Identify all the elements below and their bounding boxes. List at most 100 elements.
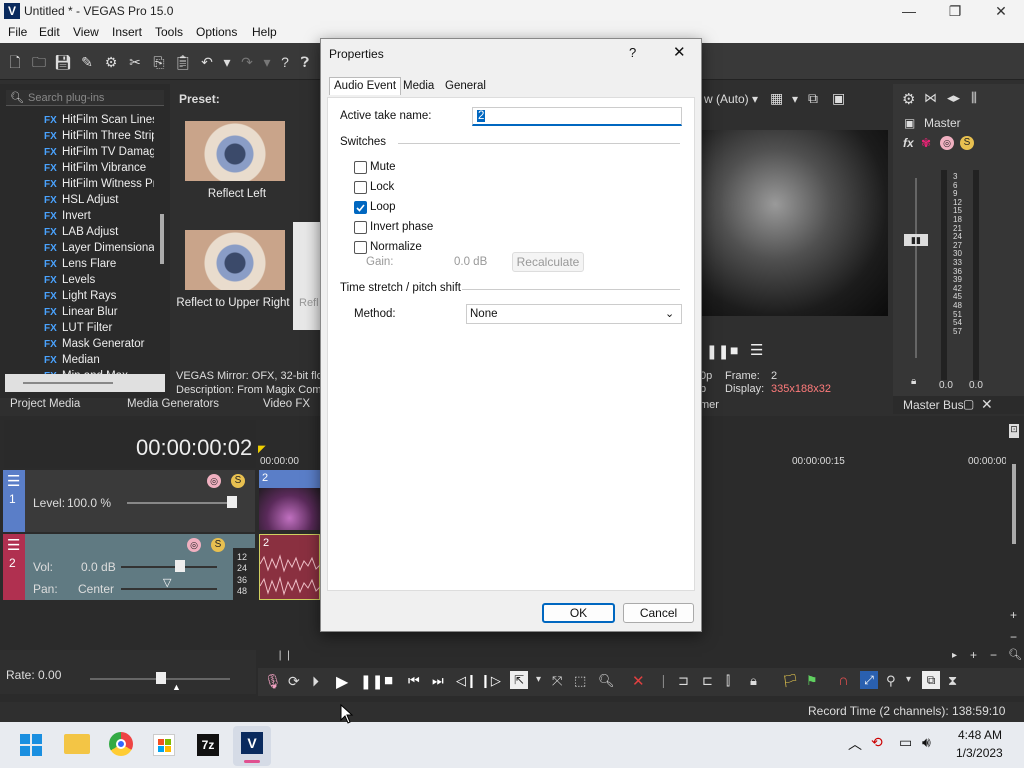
- mute-icon[interactable]: ◎: [207, 474, 221, 488]
- plugin-list-item[interactable]: FX HitFilm Three Strip: [44, 130, 154, 146]
- plugin-list-item[interactable]: FX Layer Dimensional: [44, 242, 154, 258]
- chevron-down-icon[interactable]: ▾: [906, 674, 911, 685]
- tab-media[interactable]: Media: [399, 78, 438, 96]
- zoom-tool-icon[interactable]: 🔍︎: [1008, 648, 1022, 661]
- cancel-button[interactable]: Cancel: [623, 603, 694, 623]
- zoom-out-icon[interactable]: −: [990, 648, 997, 662]
- help-button[interactable]: ?: [629, 45, 636, 60]
- video-track-header[interactable]: ☰ 1 ◎ S Level: 100.0 %: [3, 470, 255, 532]
- track-menu-icon[interactable]: ☰: [7, 472, 20, 490]
- plugin-list-item[interactable]: FX Invert: [44, 210, 154, 226]
- fx-icon[interactable]: fx: [903, 136, 914, 150]
- pause-icon[interactable]: ❚❚: [360, 673, 383, 690]
- sync-icon[interactable]: ⟲: [871, 734, 883, 751]
- zoom-out-icon[interactable]: −: [1010, 630, 1017, 644]
- insert-region-icon[interactable]: ⚑: [806, 673, 818, 689]
- menu-options[interactable]: Options: [196, 25, 237, 39]
- switch-invert-phase-checkbox[interactable]: Invert phase: [354, 220, 474, 236]
- plugin-list-item[interactable]: FX HitFilm Scan Lines: [44, 114, 154, 130]
- plugin-list-item[interactable]: FX Median: [44, 354, 154, 370]
- active-take-input[interactable]: 2: [472, 107, 682, 126]
- mixer-faders-icon[interactable]: ⫼: [971, 90, 977, 106]
- volume-slider-thumb[interactable]: [175, 560, 185, 572]
- play-from-start-icon[interactable]: ⏵︎: [312, 673, 319, 690]
- close-dialog-button[interactable]: ✕: [673, 43, 686, 61]
- pause-icon[interactable]: ❚❚: [706, 343, 729, 360]
- tab-media-generators[interactable]: Media Generators: [127, 398, 219, 414]
- help-icon[interactable]: ❓︎: [296, 53, 314, 71]
- plugin-list-item[interactable]: FX HitFilm Witness Pr: [44, 178, 154, 194]
- mixer-arrows-icon[interactable]: ⋈: [924, 90, 937, 106]
- scroll-right-icon[interactable]: ▸: [952, 650, 957, 661]
- close-icon[interactable]: ✕: [981, 396, 993, 413]
- recalculate-button[interactable]: Recalculate: [512, 252, 584, 272]
- new-file-icon[interactable]: 🗋: [6, 53, 24, 71]
- solo-icon[interactable]: S: [211, 538, 225, 552]
- insert-bus-icon[interactable]: ◂▸: [947, 90, 960, 106]
- display-icon[interactable]: ▭: [899, 734, 912, 751]
- menu-tools[interactable]: Tools: [155, 25, 183, 39]
- chevron-down-icon[interactable]: ▾: [536, 674, 541, 685]
- level-slider[interactable]: [127, 502, 237, 504]
- tab-audio-event[interactable]: Audio Event: [329, 77, 402, 95]
- plugin-list-item[interactable]: FX Levels: [44, 274, 154, 290]
- 7zip-icon[interactable]: 7z: [197, 734, 219, 756]
- save-snapshot-icon[interactable]: ▣: [832, 90, 845, 107]
- menu-edit[interactable]: Edit: [39, 25, 60, 39]
- chevron-down-icon[interactable]: ▾: [792, 92, 798, 106]
- scrollbar-thumb[interactable]: [1012, 464, 1016, 544]
- envelope-tool-icon[interactable]: ⤧: [552, 673, 562, 689]
- close-window-button[interactable]: ✕: [978, 0, 1024, 23]
- video-clip[interactable]: 2: [259, 470, 320, 530]
- restore-button[interactable]: ❐: [932, 0, 978, 23]
- copy-icon[interactable]: ⎘: [150, 53, 168, 71]
- timeline-horizontal-scrollbar[interactable]: ❘❘ ▸ + − 🔍︎: [258, 648, 1024, 666]
- grid-icon[interactable]: ▦: [770, 90, 783, 107]
- search-plugins-input[interactable]: 🔍︎ Search plug-ins: [6, 90, 164, 106]
- ok-button[interactable]: OK: [542, 603, 615, 623]
- normal-edit-tool-icon[interactable]: ⇱: [510, 671, 528, 689]
- split-icon[interactable]: ⫿: [726, 673, 730, 689]
- insert-marker-icon[interactable]: 🏳︎: [782, 673, 799, 689]
- lock-icon[interactable]: 🔒︎: [911, 376, 916, 387]
- settings-gear-icon[interactable]: ⚙: [102, 53, 120, 71]
- zoom-tool-icon[interactable]: 🔍︎: [598, 673, 615, 689]
- timeline-vertical-scrollbar[interactable]: ⊡: [1006, 424, 1022, 602]
- preset-thumb-selected[interactable]: Refl: [293, 222, 323, 330]
- chevron-down-icon[interactable]: ▾: [752, 92, 758, 106]
- plugin-list-item[interactable]: FX LAB Adjust: [44, 226, 154, 242]
- save-as-icon[interactable]: ✎: [78, 53, 96, 71]
- plugin-list-item[interactable]: FX HSL Adjust: [44, 194, 154, 210]
- pan-slider-thumb[interactable]: ▽: [163, 576, 171, 589]
- undo-icon[interactable]: ↶: [198, 53, 216, 71]
- tab-general[interactable]: General: [441, 78, 490, 96]
- start-icon[interactable]: [20, 734, 42, 756]
- preset-thumb-reflect-upper-right[interactable]: [185, 230, 285, 290]
- undo-dropdown-icon[interactable]: ▾: [218, 53, 236, 71]
- previous-frame-icon[interactable]: ◁❙: [456, 673, 477, 689]
- plugin-list-item[interactable]: FX HitFilm TV Damage: [44, 146, 154, 162]
- open-folder-icon[interactable]: 🗀: [30, 53, 48, 71]
- master-fader-thumb[interactable]: ▮▮: [904, 234, 928, 246]
- stop-icon[interactable]: ■: [730, 342, 738, 358]
- switch-mute-checkbox[interactable]: Mute: [354, 160, 474, 176]
- audio-clip[interactable]: 2: [259, 534, 321, 600]
- cut-icon[interactable]: ✂: [126, 53, 144, 71]
- taskbar-time[interactable]: 4:48 AM: [958, 728, 1002, 742]
- save-icon[interactable]: 💾︎: [54, 53, 72, 71]
- tab-video-fx[interactable]: Video FX: [263, 398, 310, 414]
- taskbar-date[interactable]: 1/3/2023: [956, 746, 1003, 760]
- copy-snapshot-icon[interactable]: ⧉: [808, 90, 818, 107]
- rate-slider-thumb[interactable]: [156, 672, 166, 684]
- ignore-event-grouping-icon[interactable]: ⧉: [922, 671, 940, 689]
- plugin-list-item[interactable]: FX Lens Flare: [44, 258, 154, 274]
- master-bus-tab[interactable]: Master Bus ▢ ✕: [893, 396, 1024, 414]
- switch-lock-checkbox[interactable]: Lock: [354, 180, 474, 196]
- plugin-list-item[interactable]: FX LUT Filter: [44, 322, 154, 338]
- record-icon[interactable]: 🎙︎: [264, 673, 282, 690]
- file-explorer-icon[interactable]: [64, 734, 90, 754]
- level-slider-thumb[interactable]: [227, 496, 237, 508]
- volume-icon[interactable]: 🔊︎: [922, 734, 931, 751]
- plugin-list-item[interactable]: FX Light Rays: [44, 290, 154, 306]
- bus-fx-chain-icon[interactable]: ✾: [921, 136, 931, 150]
